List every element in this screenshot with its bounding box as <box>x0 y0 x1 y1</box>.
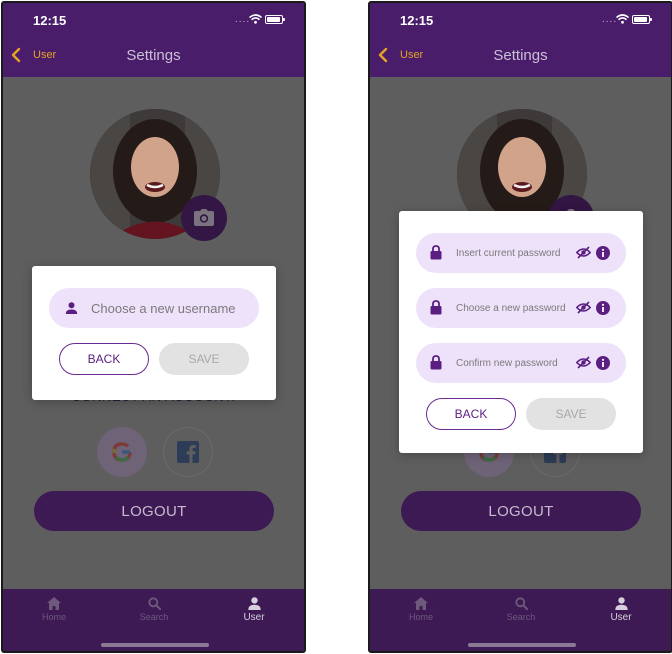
user-icon <box>65 302 78 314</box>
lock-icon <box>430 355 442 370</box>
back-button[interactable]: BACK <box>426 398 516 430</box>
camera-icon <box>194 209 214 226</box>
tab-home[interactable]: Home <box>24 597 84 622</box>
home-indicator <box>101 643 209 647</box>
password-dialog: BACK SAVE <box>399 211 643 453</box>
wifi-icon <box>249 14 262 24</box>
tab-home[interactable]: Home <box>391 597 451 622</box>
home-icon <box>47 597 61 610</box>
status-time: 12:15 <box>33 13 67 28</box>
battery-icon <box>632 15 652 24</box>
tab-user[interactable]: User <box>224 597 284 623</box>
confirm-password-field[interactable] <box>416 343 626 383</box>
logout-button[interactable]: LOGOUT <box>401 491 641 531</box>
logout-button[interactable]: LOGOUT <box>34 491 274 531</box>
info-icon[interactable] <box>596 356 610 370</box>
tab-label: Home <box>408 612 433 622</box>
signal-dots: .... <box>602 14 618 25</box>
new-password-field[interactable] <box>416 288 626 328</box>
eye-off-icon[interactable] <box>576 301 591 314</box>
back-button[interactable]: BACK <box>59 343 149 375</box>
tab-search[interactable]: Search <box>491 597 551 622</box>
eye-off-icon[interactable] <box>576 246 591 259</box>
phone-screen-password: 12:15 .... User Settings LOGOUT Home Sea… <box>368 1 672 653</box>
confirm-password-input[interactable] <box>456 343 586 383</box>
tab-label: Search <box>506 612 536 622</box>
phone-screen-username: 12:15 .... User Settings LOGOUT Home Sea… <box>1 1 306 653</box>
app-header: 12:15 .... User Settings <box>370 3 671 77</box>
info-icon[interactable] <box>596 246 610 260</box>
lock-icon <box>430 300 442 315</box>
facebook-icon <box>177 441 199 463</box>
camera-button[interactable] <box>181 195 227 241</box>
tab-search[interactable]: Search <box>124 597 184 622</box>
save-button[interactable]: SAVE <box>159 343 249 375</box>
google-icon <box>112 442 132 462</box>
home-icon <box>414 597 428 610</box>
current-password-input[interactable] <box>456 233 586 273</box>
tab-label: Search <box>139 612 169 622</box>
eye-off-icon[interactable] <box>576 356 591 369</box>
tab-user[interactable]: User <box>591 597 651 623</box>
search-icon <box>514 597 528 610</box>
google-connect-button[interactable] <box>97 427 147 477</box>
page-title: Settings <box>126 47 181 64</box>
wifi-icon <box>616 14 629 24</box>
info-icon[interactable] <box>596 301 610 315</box>
current-password-field[interactable] <box>416 233 626 273</box>
tab-label: User <box>610 612 632 623</box>
page-title: Settings <box>493 47 548 64</box>
username-dialog: BACK SAVE <box>32 266 276 400</box>
tab-label: Home <box>41 612 66 622</box>
app-header: 12:15 .... User Settings <box>3 3 304 77</box>
status-time: 12:15 <box>400 13 434 28</box>
username-input[interactable] <box>91 288 251 328</box>
home-indicator <box>468 643 576 647</box>
user-icon <box>247 597 261 610</box>
battery-icon <box>265 15 285 24</box>
new-password-input[interactable] <box>456 288 586 328</box>
user-icon <box>614 597 628 610</box>
facebook-connect-button[interactable] <box>163 427 213 477</box>
save-button[interactable]: SAVE <box>526 398 616 430</box>
username-field[interactable] <box>49 288 259 328</box>
lock-icon <box>430 245 442 260</box>
search-icon <box>147 597 161 610</box>
tab-label: User <box>243 612 265 623</box>
signal-dots: .... <box>235 14 251 25</box>
